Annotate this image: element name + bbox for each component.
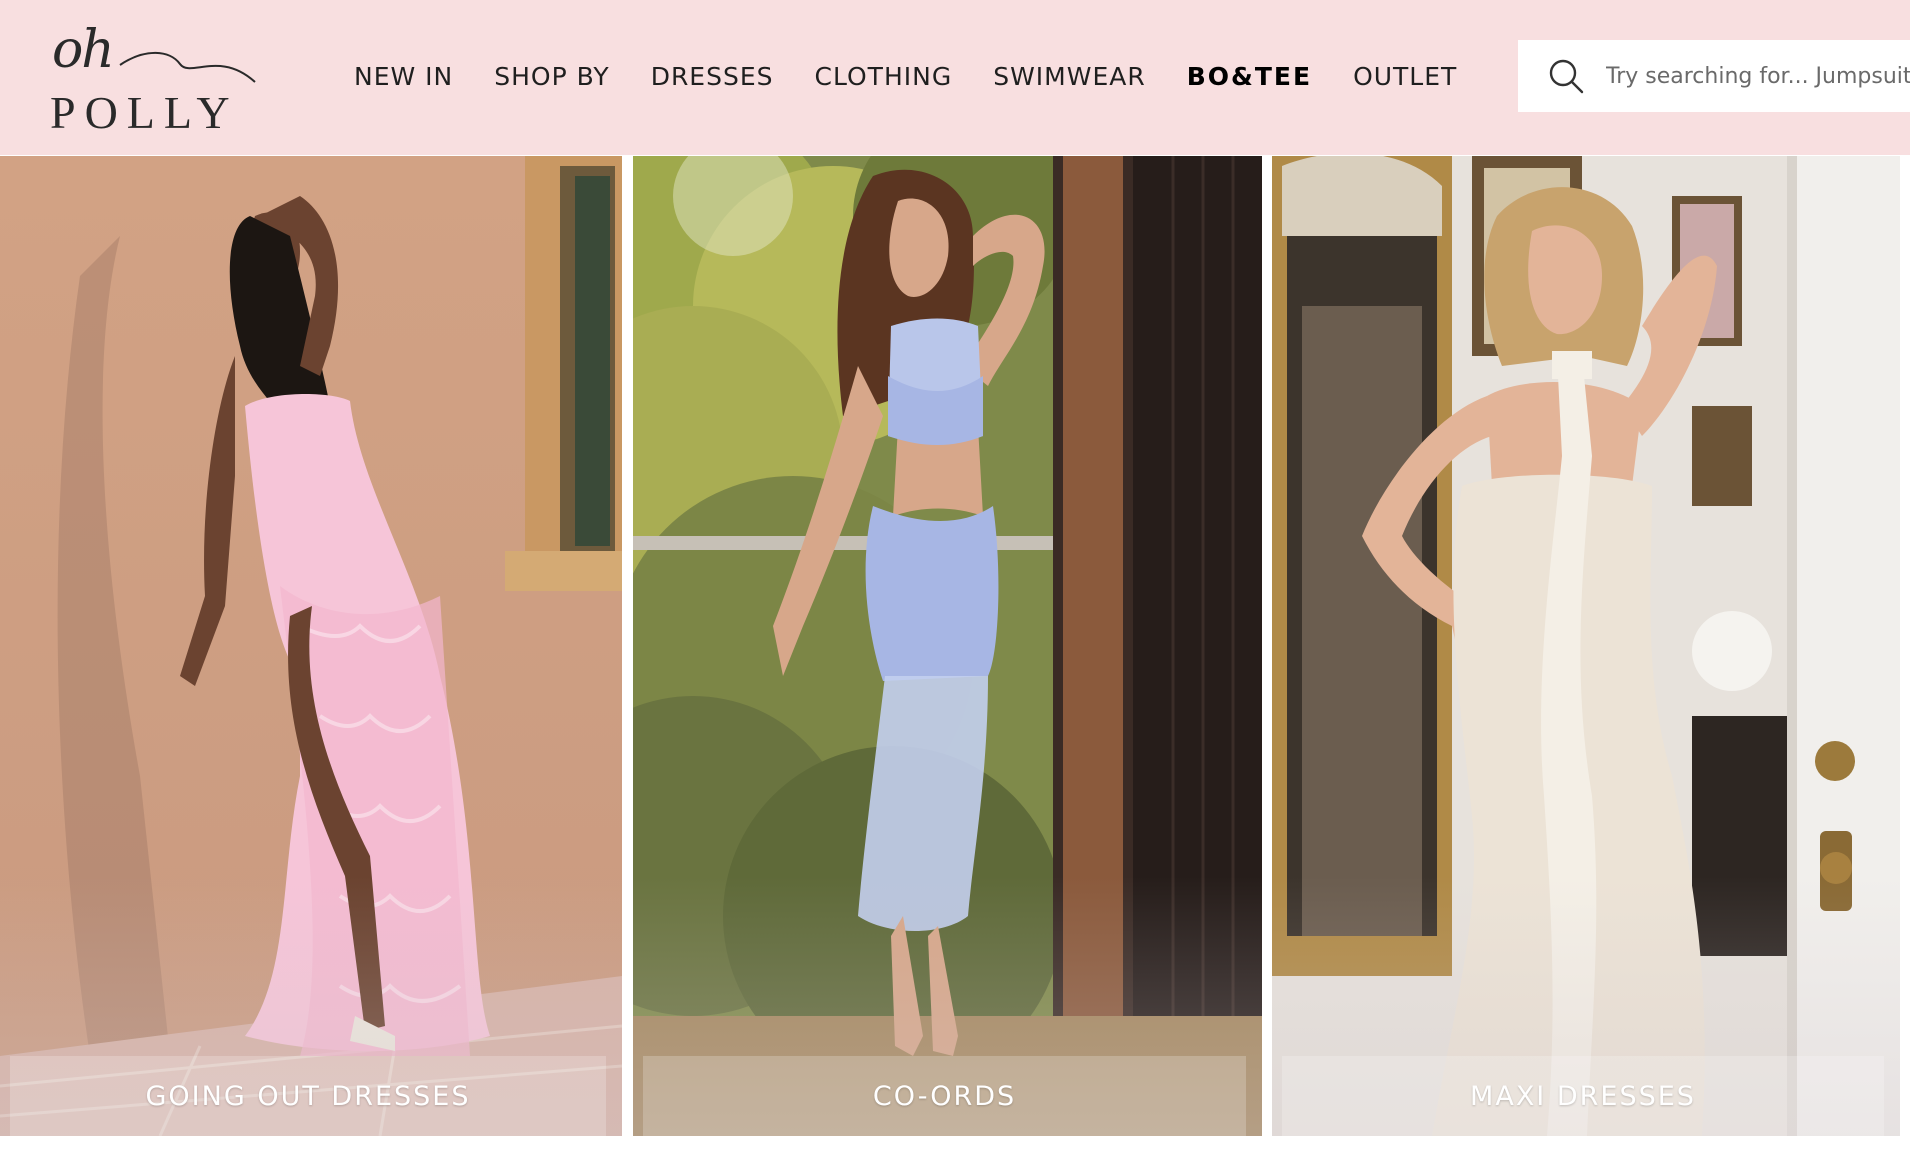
search-icon[interactable] [1548,58,1584,94]
tile-label-maxi-dresses[interactable]: MAXI DRESSES [1282,1056,1884,1136]
main-nav: NEW IN SHOP BY DRESSES CLOTHING SWIMWEAR… [354,56,1457,96]
brand-logo[interactable]: oh POLLY [50,20,260,138]
nav-outlet[interactable]: OUTLET [1353,62,1457,91]
nav-dresses[interactable]: DRESSES [651,62,774,91]
category-tile-maxi-dresses[interactable]: MAXI DRESSES [1272,156,1900,1136]
tile-label-co-ords[interactable]: CO-ORDS [643,1056,1246,1136]
nav-clothing[interactable]: CLOTHING [815,62,953,91]
page-edge [1900,156,1910,1136]
logo-swash [119,51,256,83]
nav-new-in[interactable]: NEW IN [354,62,453,91]
site-header: oh POLLY NEW IN SHOP BY DRESSES CLOTHING… [0,0,1910,155]
nav-shop-by[interactable]: SHOP BY [494,62,609,91]
nav-swimwear[interactable]: SWIMWEAR [993,62,1146,91]
search-bar[interactable] [1518,40,1910,112]
tile-label-going-out-dresses[interactable]: GOING OUT DRESSES [10,1056,606,1136]
category-tile-going-out-dresses[interactable]: GOING OUT DRESSES [0,156,622,1136]
search-input[interactable] [1606,63,1910,89]
category-tiles: GOING OUT DRESSES CO-ORDS MAXI DRESSES [0,156,1910,1154]
nav-bo-tee[interactable]: BO&TEE [1187,62,1312,91]
category-tile-co-ords[interactable]: CO-ORDS [633,156,1262,1136]
logo-wordmark: POLLY [50,87,239,138]
